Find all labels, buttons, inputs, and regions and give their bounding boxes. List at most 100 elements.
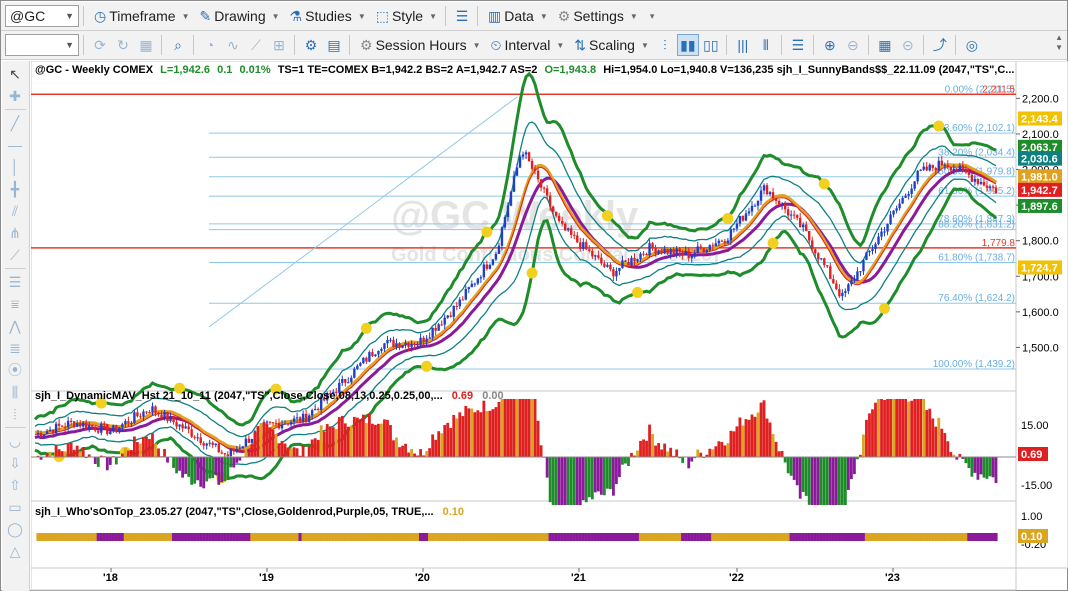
histogram-bar <box>217 457 221 485</box>
chart-analysis-icon[interactable]: ⟋ <box>245 34 267 56</box>
trendline-icon[interactable]: ⤴ <box>929 34 951 56</box>
zoom-out-icon[interactable]: ⊖ <box>842 34 864 56</box>
link-window-icon[interactable]: ☰ <box>451 5 473 27</box>
ribbon-segment <box>982 533 986 541</box>
crosshair-icon[interactable]: ✚ <box>2 85 28 107</box>
layout-icon[interactable]: ▤ <box>323 34 345 56</box>
histogram-bar <box>93 457 97 464</box>
volume-bars-icon[interactable]: ||| <box>732 34 754 56</box>
arc-icon[interactable]: ◡ <box>2 430 28 452</box>
channel-icon[interactable]: ⫽ <box>2 200 28 222</box>
workspace-combo[interactable]: ▼ <box>5 34 79 56</box>
format-icon[interactable]: ⚙ <box>300 34 322 56</box>
style-button[interactable]: ⬚ Style ▼ <box>372 4 441 28</box>
zoom-data-icon[interactable]: ⌕ <box>167 34 189 56</box>
scaling-button[interactable]: ⇅ Scaling ▼ <box>570 33 653 57</box>
ribbon-segment <box>792 533 796 541</box>
histogram-bar <box>331 427 335 457</box>
candlestick-type-icon[interactable]: ▮▮ <box>676 34 699 56</box>
fib-retracement-icon[interactable]: ☰ <box>2 271 28 293</box>
arrow-down-icon[interactable]: ⇩ <box>2 452 28 474</box>
horizontal-line-icon[interactable]: — <box>2 134 28 156</box>
candle-body <box>112 425 115 432</box>
ray-icon[interactable]: ⟋ <box>2 244 28 266</box>
histogram-bar <box>813 457 817 505</box>
interval-button[interactable]: ⏲ Interval ▼ <box>487 33 569 57</box>
grid-icon[interactable]: ▦ <box>135 34 157 56</box>
histogram-bar <box>581 457 585 501</box>
fib-fan-icon[interactable]: ⦙ <box>2 403 28 425</box>
ribbon-segment <box>789 533 793 541</box>
ribbon-segment <box>572 533 576 541</box>
bar-chart-type-icon[interactable]: ⫶ <box>654 34 676 56</box>
ribbon-segment <box>485 533 489 541</box>
scroll-icon[interactable]: ⊝ <box>897 34 919 56</box>
ribbon-segment <box>885 533 890 541</box>
histogram-bar <box>389 425 392 457</box>
histogram-bar <box>271 429 275 457</box>
triangle-icon[interactable]: △ <box>2 540 28 562</box>
ribbon-segment <box>831 533 835 541</box>
candle-body <box>865 252 868 261</box>
histogram-bar <box>889 399 892 457</box>
hollow-candle-type-icon[interactable]: ▯▯ <box>700 34 722 56</box>
crosshair-line-icon[interactable]: ╋ <box>2 178 28 200</box>
reload-icon[interactable]: ↻ <box>112 34 134 56</box>
fib-extension-icon[interactable]: ⩸ <box>2 293 28 315</box>
histogram-bar <box>383 419 386 457</box>
histogram-bar <box>286 447 290 457</box>
histogram-bar <box>901 399 905 457</box>
gauge-icon[interactable]: ◎ <box>961 34 983 56</box>
chart-area[interactable]: @GC Weekly Gold Continuous Contract [Dec… <box>31 61 1068 591</box>
toolbar-divider <box>161 35 162 55</box>
fib-level-label: 100.00% (1,439.2) <box>933 359 1015 370</box>
chart-header: @GC - Weekly COMEX L=1,942.6 0.1 0.01% T… <box>35 64 1014 76</box>
settings-button[interactable]: ⚙ Settings ▼ <box>554 4 642 28</box>
candle-body <box>832 279 835 284</box>
ribbon-segment <box>913 533 917 541</box>
calendar-icon[interactable]: ▦ <box>874 34 896 56</box>
histogram-bar <box>895 399 898 457</box>
vertical-line-icon[interactable]: │ <box>2 156 28 178</box>
speedometer-icon[interactable]: ◔ <box>199 34 221 56</box>
candle-body <box>994 187 998 193</box>
rectangle-icon[interactable]: ▭ <box>2 496 28 518</box>
time-zone-icon[interactable]: ⫼ <box>2 381 28 403</box>
main-toolbar: @GC ▼ ◷ Timeframe ▼ ✎ Drawing ▼ ⚗ Studie… <box>1 2 1067 31</box>
ribbon-segment <box>907 533 911 541</box>
studies-button[interactable]: ⚗ Studies ▼ <box>286 4 370 28</box>
histogram-bar <box>795 457 799 486</box>
histogram-bar <box>919 399 923 457</box>
trendline-tool-icon[interactable]: ╱ <box>2 112 28 134</box>
candle-body <box>470 283 474 288</box>
zoom-in-icon[interactable]: ⊕ <box>819 34 841 56</box>
ribbon-segment <box>916 533 920 541</box>
refresh-icon[interactable]: ⟳ <box>89 34 111 56</box>
toolbar-scroll-arrows[interactable]: ▲ ▼ <box>1055 33 1063 53</box>
histogram-bar <box>575 457 579 505</box>
histogram-bar <box>636 450 639 457</box>
line-chart-icon[interactable]: ∿ <box>222 34 244 56</box>
pitchfork-icon[interactable]: ⋔ <box>2 222 28 244</box>
candle-body <box>51 429 55 434</box>
chart-canvas[interactable]: @GC Weekly Gold Continuous Contract [Dec… <box>31 61 1068 591</box>
ribbon-segment <box>434 533 438 541</box>
histogram-bar <box>931 418 935 457</box>
drawing-button[interactable]: ✎ Drawing ▼ <box>196 4 284 28</box>
arrow-pointer-icon[interactable]: ↖ <box>2 63 28 85</box>
session-hours-button[interactable]: ⚙ Session Hours ▼ <box>356 33 485 57</box>
ellipse-icon[interactable]: ◯ <box>2 518 28 540</box>
data-button[interactable]: ▥ Data ▼ <box>484 4 552 28</box>
gann-fan-icon[interactable]: ⋀ <box>2 315 28 337</box>
symbol-combo[interactable]: @GC ▼ <box>5 5 79 27</box>
strategy-icon[interactable]: ⊞ <box>268 34 290 56</box>
ribbon-segment <box>397 533 402 541</box>
toolbar-overflow-icon[interactable]: ▾ <box>650 11 655 22</box>
candle-body <box>687 250 690 259</box>
speed-lines-icon[interactable]: ≣ <box>2 337 28 359</box>
link-window-icon[interactable]: ☰ <box>787 34 809 56</box>
timeframe-button[interactable]: ◷ Timeframe ▼ <box>90 4 194 28</box>
ohlc-bars-icon[interactable]: ⫴ <box>755 34 777 56</box>
arrow-up-icon[interactable]: ⇧ <box>2 474 28 496</box>
cycle-lines-icon[interactable]: ⦿ <box>2 359 28 381</box>
